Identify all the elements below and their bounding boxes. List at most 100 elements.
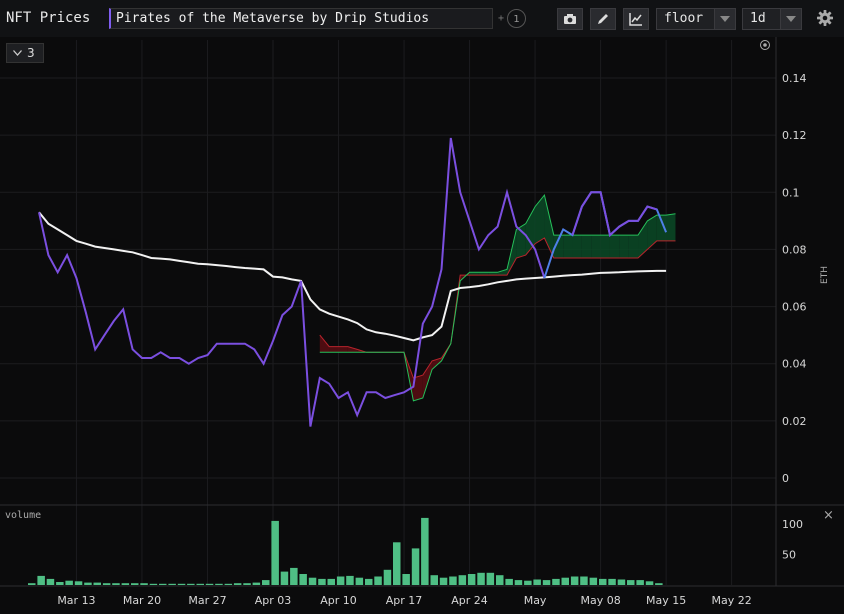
chevron-down-icon — [13, 50, 22, 56]
layers-toggle-button[interactable]: 3 — [6, 43, 44, 63]
volume-tick-label: 50 — [782, 549, 796, 562]
volume-bar — [318, 578, 326, 585]
interval-dropdown-caret[interactable] — [780, 8, 802, 30]
volume-bar — [112, 583, 120, 585]
volume-bar — [617, 579, 626, 585]
y-tick-label: 0.02 — [782, 415, 807, 428]
chevron-down-icon — [720, 16, 730, 22]
line-chart-icon — [629, 13, 642, 26]
volume-tick-label: 100 — [782, 518, 803, 531]
band-fill-segment — [666, 213, 676, 241]
band-fill-segment — [572, 235, 582, 258]
app-title: NFT Prices — [6, 10, 91, 26]
price-chart[interactable]: 0 0.02 0.04 0.06 0.08 0.1 0.12 0.14 50 100 Mar 13 M… — [0, 37, 844, 614]
y-tick-label: 0.04 — [782, 358, 807, 371]
pane-settings-icon-dot — [763, 43, 767, 47]
volume-bar — [252, 582, 261, 585]
x-tick-label: May — [524, 594, 547, 607]
top-toolbar: NFT Prices Pirates of the Metaverse by D… — [0, 0, 844, 38]
x-tick-label: Apr 10 — [320, 594, 357, 607]
volume-bar — [627, 580, 635, 585]
band-fill-segment — [600, 235, 610, 258]
volume-bar — [542, 580, 551, 585]
gear-icon[interactable] — [816, 9, 834, 27]
band-fill-segment — [591, 235, 601, 258]
volume-bar — [262, 580, 270, 585]
volume-bar — [56, 582, 64, 585]
volume-bar — [645, 581, 654, 585]
x-tick-label: May 15 — [646, 594, 686, 607]
volume-bar — [121, 583, 130, 585]
volume-bar — [93, 582, 101, 585]
volume-bar — [514, 580, 523, 585]
collection-search-input[interactable]: Pirates of the Metaverse by Drip Studios — [109, 8, 493, 29]
volume-bar — [467, 574, 476, 585]
volume-bar — [402, 574, 410, 585]
volume-bar — [533, 579, 541, 585]
band-fill-segment — [563, 235, 573, 258]
volume-bar — [336, 576, 345, 585]
volume-bar — [439, 577, 448, 585]
volume-bar — [486, 572, 495, 585]
volume-bar — [365, 578, 373, 585]
volume-bar — [280, 571, 289, 585]
screenshot-button[interactable] — [557, 8, 583, 30]
volume-bar — [28, 583, 36, 585]
band-fill-segment — [609, 235, 620, 258]
y-tick-label: 0.08 — [782, 243, 807, 256]
band-fill-segment — [581, 235, 592, 258]
volume-bar — [149, 583, 158, 585]
x-tick-label: Apr 03 — [255, 594, 292, 607]
y-tick-label: 0 — [782, 472, 789, 485]
volume-bar — [570, 576, 579, 585]
chart-type-button[interactable] — [623, 8, 649, 30]
volume-bar — [580, 576, 588, 585]
volume-bar — [599, 578, 607, 585]
volume-bar — [159, 583, 167, 585]
x-tick-label: Apr 17 — [386, 594, 423, 607]
x-tick-label: Apr 24 — [451, 594, 488, 607]
pencil-icon — [598, 14, 608, 24]
volume-bar — [458, 575, 467, 585]
y-tick-label: 0.12 — [782, 129, 807, 142]
volume-bar — [243, 583, 251, 585]
collection-count-badge[interactable]: 1 — [507, 9, 526, 28]
volume-pane-label: volume — [5, 510, 42, 521]
volume-bar — [299, 574, 307, 585]
volume-bar — [655, 583, 663, 585]
volume-bar — [224, 583, 233, 585]
volume-bar — [168, 583, 176, 585]
x-tick-label: May 08 — [580, 594, 620, 607]
add-collection-plus[interactable]: + — [498, 13, 504, 24]
volume-bar — [374, 576, 382, 585]
volume-bar — [233, 583, 242, 585]
volume-bar — [177, 583, 186, 585]
volume-bar — [290, 567, 298, 585]
volume-bar — [608, 578, 616, 585]
volume-bar — [552, 578, 560, 585]
x-tick-label: Mar 20 — [123, 594, 161, 607]
volume-bar — [140, 583, 148, 585]
volume-bar — [411, 548, 420, 585]
band-fill-segment — [619, 235, 629, 258]
volume-bar — [449, 576, 457, 585]
volume-bar — [393, 542, 401, 585]
band-fill-segment — [628, 235, 639, 258]
volume-bar — [74, 581, 83, 585]
x-tick-label: Mar 27 — [188, 594, 226, 607]
camera-icon — [564, 14, 576, 24]
volume-bar — [327, 578, 335, 585]
volume-bar — [477, 572, 485, 585]
volume-bar — [271, 520, 279, 585]
volume-bar — [84, 582, 92, 585]
y-axis-unit-label: ETH — [819, 266, 830, 284]
close-volume-pane-icon[interactable]: × — [823, 508, 834, 523]
metric-dropdown-caret[interactable] — [714, 8, 736, 30]
volume-bar — [430, 575, 438, 585]
draw-button[interactable] — [590, 8, 616, 30]
volume-bar — [636, 580, 644, 585]
volume-bar — [205, 583, 214, 585]
volume-bar — [524, 580, 532, 585]
y-tick-label: 0.14 — [782, 72, 807, 85]
layers-count: 3 — [27, 46, 35, 60]
